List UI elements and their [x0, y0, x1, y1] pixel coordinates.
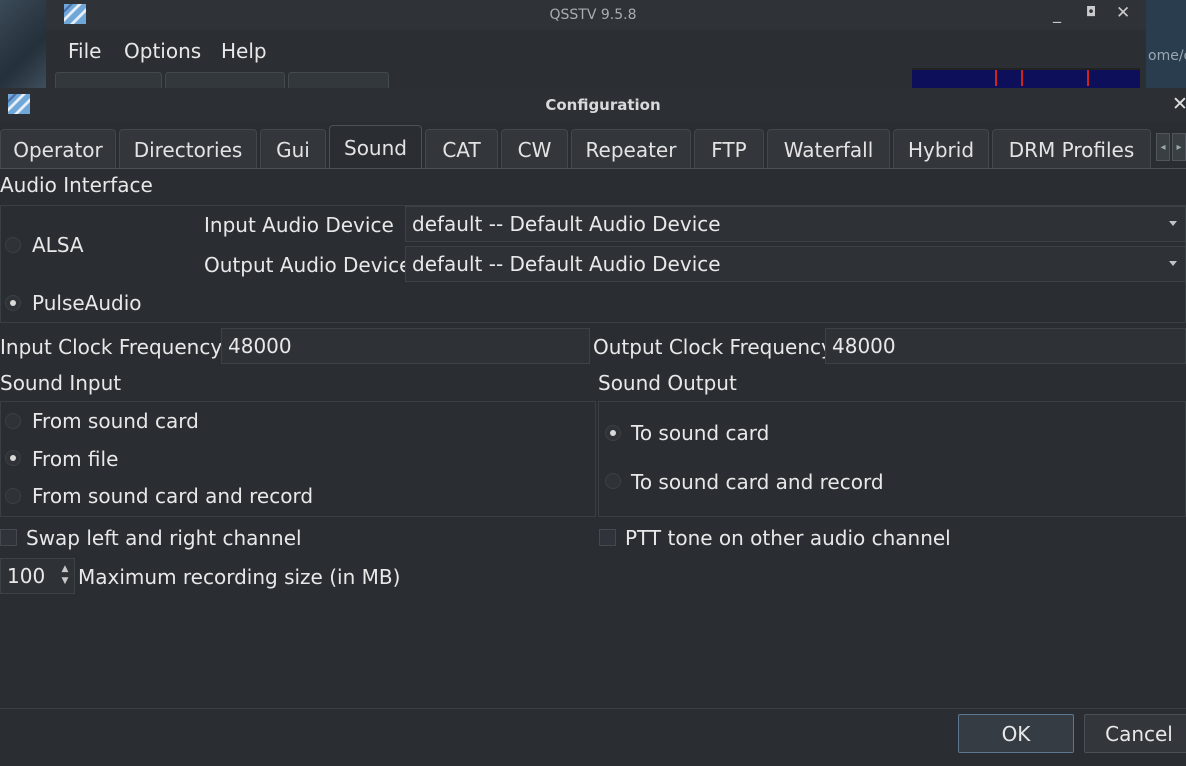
tab-scroll-buttons: ◂ ▸	[1155, 127, 1186, 167]
dialog-close-button[interactable]: ✕	[1172, 93, 1186, 115]
ptt-tone-checkbox[interactable]	[599, 529, 616, 546]
ptt-tone-label[interactable]: PTT tone on other audio channel	[625, 526, 951, 550]
cancel-button[interactable]: Cancel	[1084, 714, 1186, 753]
output-audio-device-select[interactable]: default -- Default Audio Device	[405, 246, 1186, 282]
sound-input-label: Sound Input	[0, 371, 122, 395]
tab-gui[interactable]: Gui	[260, 129, 326, 169]
output-clock-label: Output Clock Frequency	[593, 335, 833, 359]
tab-repeater[interactable]: Repeater	[571, 129, 691, 169]
output-clock-field[interactable]: 48000	[825, 328, 1186, 364]
tab-operator[interactable]: Operator	[0, 129, 116, 169]
tab-directories[interactable]: Directories	[119, 129, 257, 169]
from-file-label[interactable]: From file	[32, 447, 118, 471]
main-close-button[interactable]: ✕	[1116, 3, 1130, 23]
menu-options[interactable]: Options	[124, 39, 201, 63]
from-sound-card-radio[interactable]	[5, 413, 21, 429]
from-sound-card-and-record-label[interactable]: From sound card and record	[32, 484, 313, 508]
tab-sound[interactable]: Sound	[329, 125, 422, 169]
pulseaudio-radio[interactable]	[5, 295, 21, 311]
desktop-background-right	[1146, 0, 1186, 90]
max-recording-size-value: 100	[7, 564, 46, 588]
input-audio-device-label: Input Audio Device	[204, 213, 394, 237]
pulseaudio-label[interactable]: PulseAudio	[32, 291, 142, 315]
dialog-title: Configuration	[545, 96, 661, 114]
audio-interface-label: Audio Interface	[0, 173, 153, 197]
to-sound-card-radio[interactable]	[605, 425, 621, 441]
to-sound-card-and-record-radio[interactable]	[605, 473, 621, 489]
input-clock-field[interactable]: 48000	[221, 328, 590, 364]
swap-channels-label[interactable]: Swap left and right channel	[26, 526, 302, 550]
tab-drm-profiles[interactable]: DRM Profiles	[992, 129, 1151, 169]
waterfall-marker	[1087, 70, 1089, 86]
button-bar-divider	[0, 708, 1186, 709]
sound-output-label: Sound Output	[598, 371, 737, 395]
tab-divider	[0, 168, 1186, 169]
maximize-button[interactable]: ◘	[1086, 5, 1096, 20]
tab-hybrid[interactable]: Hybrid	[893, 129, 989, 169]
menu-file[interactable]: File	[68, 39, 101, 63]
input-audio-device-value: default -- Default Audio Device	[412, 212, 721, 236]
input-clock-label: Input Clock Frequency	[0, 335, 223, 359]
output-audio-device-value: default -- Default Audio Device	[412, 252, 721, 276]
path-fragment: ome/c	[1148, 48, 1186, 64]
tab-waterfall[interactable]: Waterfall	[767, 129, 890, 169]
spin-arrows-icon[interactable]: ▲ ▼	[59, 563, 71, 589]
main-window-title: QSSTV 9.5.8	[549, 7, 637, 23]
tab-ftp[interactable]: FTP	[694, 129, 764, 169]
tab-scroll-right-button[interactable]: ▸	[1172, 133, 1186, 161]
minimize-button[interactable]: _	[1053, 4, 1061, 23]
chevron-down-icon	[1169, 221, 1177, 226]
tab-cw[interactable]: CW	[501, 129, 568, 169]
to-sound-card-label[interactable]: To sound card	[631, 421, 769, 445]
from-sound-card-label[interactable]: From sound card	[32, 409, 199, 433]
max-recording-size-spinbox[interactable]: 100 ▲ ▼	[0, 558, 75, 594]
chevron-down-icon	[1169, 261, 1177, 266]
to-sound-card-and-record-label[interactable]: To sound card and record	[631, 470, 884, 494]
max-recording-size-label: Maximum recording size (in MB)	[78, 565, 401, 589]
waterfall-marker	[1021, 70, 1023, 86]
ok-button[interactable]: OK	[958, 714, 1074, 753]
alsa-radio[interactable]	[5, 237, 21, 253]
menu-help[interactable]: Help	[221, 39, 267, 63]
input-audio-device-select[interactable]: default -- Default Audio Device	[405, 206, 1186, 242]
tab-cat[interactable]: CAT	[425, 129, 498, 169]
alsa-label[interactable]: ALSA	[32, 233, 84, 257]
waterfall-marker	[995, 70, 997, 86]
output-audio-device-label: Output Audio Device	[204, 253, 412, 277]
from-sound-card-and-record-radio[interactable]	[5, 488, 21, 504]
from-file-radio[interactable]	[5, 450, 21, 466]
swap-channels-checkbox[interactable]	[0, 529, 17, 546]
tab-scroll-left-button[interactable]: ◂	[1156, 133, 1170, 161]
sound-output-group	[598, 401, 1186, 517]
